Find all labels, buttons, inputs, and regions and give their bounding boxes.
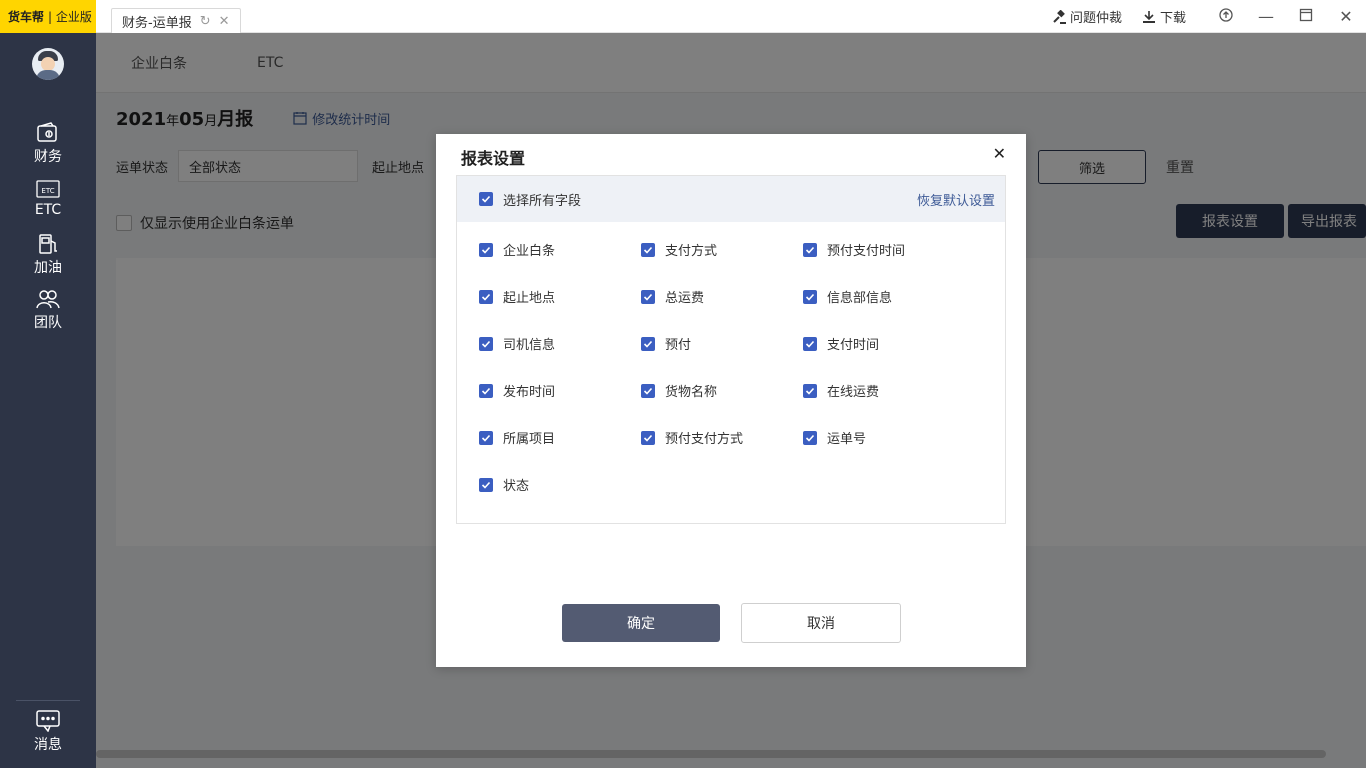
confirm-button[interactable]: 确定: [562, 604, 720, 642]
sidebar-item-label: ETC: [34, 202, 62, 218]
field-label: 预付支付时间: [827, 244, 906, 259]
field-label: 企业白条: [503, 244, 556, 259]
field-label: 货物名称: [665, 385, 718, 400]
maximize-icon[interactable]: [1286, 7, 1326, 26]
field-label: 状态: [503, 479, 530, 494]
field-checkbox[interactable]: 预付支付方式: [641, 428, 743, 447]
field-checkbox[interactable]: 货物名称: [641, 381, 717, 400]
top-bar: 财务-运单报 ↻ ✕ 问题仲裁 下载 — ✕: [96, 0, 1366, 33]
select-all-checkbox[interactable]: 选择所有字段: [479, 190, 581, 209]
field-label: 运单号: [827, 432, 867, 447]
checkbox-checked-icon[interactable]: [803, 336, 817, 351]
checkbox-checked-icon[interactable]: [641, 242, 655, 257]
field-label: 总运费: [665, 291, 705, 306]
field-checkbox[interactable]: 起止地点: [479, 287, 555, 306]
field-checkbox[interactable]: 预付支付时间: [803, 240, 905, 259]
sidebar-item-label: 消息: [34, 737, 62, 753]
avatar[interactable]: [32, 48, 64, 80]
checkbox-checked-icon[interactable]: [641, 383, 655, 398]
dispute-button[interactable]: 问题仲裁: [1052, 7, 1122, 26]
field-checkbox[interactable]: 支付时间: [803, 334, 879, 353]
checkbox-checked-icon[interactable]: [641, 336, 655, 351]
checkbox-checked-icon[interactable]: [641, 289, 655, 304]
checkbox-checked-icon[interactable]: [479, 383, 493, 398]
checkbox-checked-icon[interactable]: [641, 430, 655, 445]
sidebar-item-etc[interactable]: ETC ETC: [0, 178, 96, 218]
brand-logo: 货车帮 | 企业版: [0, 0, 96, 33]
sidebar-item-team[interactable]: 团队: [0, 288, 96, 332]
sidebar-item-messages[interactable]: 消息: [0, 710, 96, 754]
cancel-button[interactable]: 取消: [741, 603, 901, 643]
etc-card-icon: ETC: [36, 180, 60, 198]
field-checkbox[interactable]: 总运费: [641, 287, 704, 306]
top-actions: 问题仲裁 下载 — ✕: [1052, 0, 1366, 33]
checkbox-checked-icon[interactable]: [479, 289, 493, 304]
logo-text: 货车帮: [8, 10, 45, 24]
tab-label: 财务-运单报: [122, 15, 192, 31]
tab-finance-waybill[interactable]: 财务-运单报 ↻ ✕: [111, 8, 241, 33]
minimize-icon[interactable]: —: [1246, 7, 1286, 26]
fuel-pump-icon: [39, 234, 57, 254]
download-label: 下载: [1159, 11, 1186, 26]
field-list: 选择所有字段 恢复默认设置 企业白条 支付方式 预付支付时间 起止地点 总运费 信息部信息…: [456, 175, 1006, 524]
team-icon: [36, 290, 60, 309]
field-label: 支付时间: [827, 338, 880, 353]
close-icon[interactable]: ✕: [993, 144, 1006, 163]
field-checkbox[interactable]: 司机信息: [479, 334, 555, 353]
field-label: 支付方式: [665, 244, 718, 259]
field-checkbox[interactable]: 所属项目: [479, 428, 555, 447]
checkbox-checked-icon[interactable]: [479, 242, 493, 257]
checkbox-checked-icon[interactable]: [479, 336, 493, 351]
refresh-icon[interactable]: ↻: [200, 14, 211, 29]
checkbox-checked-icon[interactable]: [803, 430, 817, 445]
field-checkbox[interactable]: 运单号: [803, 428, 866, 447]
field-label: 预付: [665, 338, 692, 353]
field-label: 发布时间: [503, 385, 556, 400]
field-label: 在线运费: [827, 385, 880, 400]
window-close-icon[interactable]: ✕: [1326, 7, 1366, 26]
restore-default-link[interactable]: 恢复默认设置: [917, 190, 995, 209]
dialog-title: 报表设置: [461, 149, 526, 168]
sidebar-item-label: 加油: [34, 260, 62, 276]
field-label: 起止地点: [503, 291, 556, 306]
upgrade-icon[interactable]: [1206, 7, 1246, 26]
select-all-row: 选择所有字段 恢复默认设置: [457, 176, 1005, 222]
field-label: 预付支付方式: [665, 432, 744, 447]
message-icon: [36, 710, 60, 732]
field-checkbox[interactable]: 支付方式: [641, 240, 717, 259]
field-checkbox[interactable]: 企业白条: [479, 240, 555, 259]
app-root: 货车帮 | 企业版 财务 ETC ETC 加油 团队 消息 财务-运单报 ↻ ✕…: [0, 0, 1366, 768]
field-label: 信息部信息: [827, 291, 893, 306]
field-checkbox[interactable]: 在线运费: [803, 381, 879, 400]
edition-label: | 企业版: [48, 10, 92, 24]
gavel-icon: [1053, 9, 1066, 24]
dispute-label: 问题仲裁: [1069, 11, 1122, 26]
select-all-label: 选择所有字段: [503, 193, 582, 209]
field-checkbox[interactable]: 预付: [641, 334, 691, 353]
field-checkbox[interactable]: 状态: [479, 475, 529, 494]
checkbox-checked-icon[interactable]: [479, 430, 493, 445]
field-checkbox[interactable]: 发布时间: [479, 381, 555, 400]
close-icon[interactable]: ✕: [219, 14, 230, 29]
report-settings-dialog: 报表设置 ✕ 选择所有字段 恢复默认设置 企业白条 支付方式 预付支付时间 起止地点总…: [436, 134, 1026, 667]
checkbox-checked-icon[interactable]: [803, 289, 817, 304]
wallet-icon: [37, 122, 57, 142]
sidebar-item-label: 团队: [34, 315, 62, 331]
sidebar-item-finance[interactable]: 财务: [0, 122, 96, 166]
checkbox-checked-icon[interactable]: [803, 242, 817, 257]
sidebar-item-label: 财务: [34, 149, 62, 165]
svg-text:ETC: ETC: [41, 187, 54, 195]
sidebar-divider: [16, 700, 80, 701]
download-button[interactable]: 下载: [1142, 7, 1186, 26]
field-label: 司机信息: [503, 338, 556, 353]
checkbox-checked-icon[interactable]: [803, 383, 817, 398]
sidebar-item-fuel[interactable]: 加油: [0, 233, 96, 277]
field-checkbox[interactable]: 信息部信息: [803, 287, 892, 306]
download-icon: [1142, 10, 1155, 23]
sidebar: 货车帮 | 企业版 财务 ETC ETC 加油 团队 消息: [0, 0, 96, 768]
checkbox-checked-icon[interactable]: [479, 477, 493, 492]
field-label: 所属项目: [503, 432, 556, 447]
